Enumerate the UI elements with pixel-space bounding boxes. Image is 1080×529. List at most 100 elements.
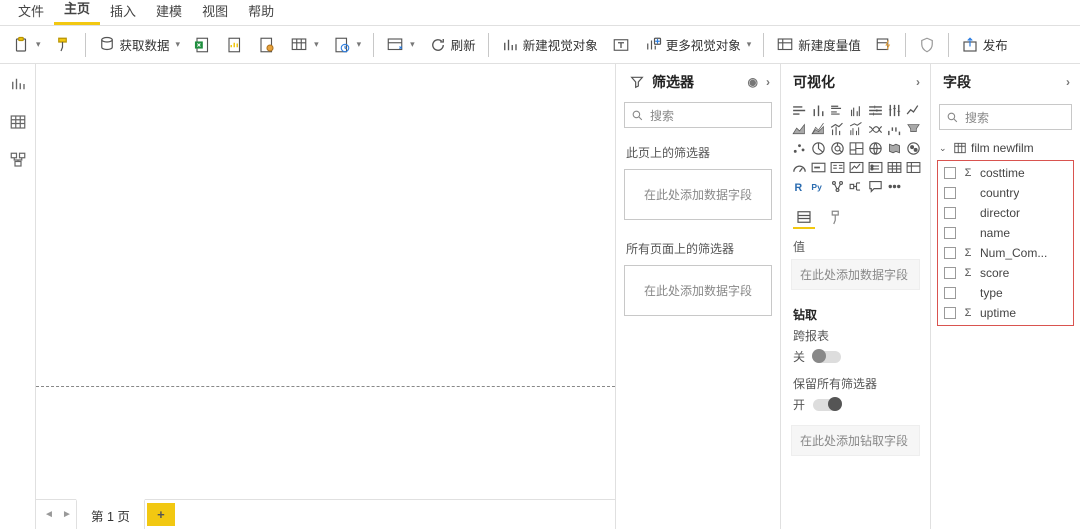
page-add[interactable]: +: [147, 503, 175, 526]
viz-cross-toggle[interactable]: 关: [781, 346, 930, 375]
field-num-com[interactable]: ΣNum_Com...: [938, 243, 1073, 263]
viz-value-well[interactable]: 在此处添加数据字段: [791, 259, 920, 290]
filters-page-drop[interactable]: 在此处添加数据字段: [624, 169, 772, 220]
viz-shape-map[interactable]: [905, 140, 922, 157]
viz-matrix[interactable]: [905, 159, 922, 176]
viz-get-more[interactable]: [886, 178, 903, 195]
field-name[interactable]: name: [938, 223, 1073, 243]
viz-100-bar[interactable]: [867, 102, 884, 119]
sensitivity-button[interactable]: [912, 33, 942, 57]
fields-collapse-icon[interactable]: ›: [1066, 75, 1070, 89]
tab-model[interactable]: 建模: [146, 0, 192, 25]
pbi-source-button[interactable]: [220, 33, 250, 57]
model-view-icon[interactable]: [8, 150, 28, 170]
viz-decomposition[interactable]: [848, 178, 865, 195]
viz-gauge[interactable]: [791, 159, 808, 176]
viz-100-column[interactable]: [886, 102, 903, 119]
viz-stacked-bar[interactable]: [791, 102, 808, 119]
tab-insert[interactable]: 插入: [100, 0, 146, 25]
paste-button[interactable]: [6, 33, 47, 57]
new-measure-button[interactable]: 新建度量值: [770, 32, 867, 57]
viz-keep-toggle[interactable]: 开: [781, 394, 930, 423]
viz-pie[interactable]: [810, 140, 827, 157]
viz-py[interactable]: Py: [810, 178, 827, 195]
tab-help[interactable]: 帮助: [238, 0, 284, 25]
viz-donut[interactable]: [829, 140, 846, 157]
viz-clustered-column[interactable]: [848, 102, 865, 119]
viz-format-tab[interactable]: [825, 207, 847, 229]
viz-line[interactable]: [905, 102, 922, 119]
get-data-button[interactable]: 获取数据: [92, 32, 187, 57]
page-next[interactable]: ►: [58, 509, 76, 520]
report-canvas[interactable]: [36, 64, 615, 499]
viz-collapse-icon[interactable]: ›: [916, 75, 920, 89]
viz-area[interactable]: [791, 121, 808, 138]
clipboard-icon: [12, 36, 30, 54]
viz-drill-well[interactable]: 在此处添加钻取字段: [791, 425, 920, 456]
field-director[interactable]: director: [938, 203, 1073, 223]
view-rail: [0, 64, 36, 529]
viz-value-label: 值: [781, 230, 930, 257]
tab-file[interactable]: 文件: [8, 0, 54, 25]
filters-all-section: 所有页面上的筛选器: [616, 234, 780, 261]
viz-clustered-bar[interactable]: [829, 102, 846, 119]
tab-home[interactable]: 主页: [54, 0, 100, 25]
publish-button[interactable]: 发布: [955, 32, 1014, 57]
viz-fields-tab[interactable]: [793, 207, 815, 229]
viz-stacked-column[interactable]: [810, 102, 827, 119]
more-visuals-button[interactable]: 更多视觉对象: [638, 32, 758, 57]
data-view-icon[interactable]: [8, 112, 28, 132]
enter-data-button[interactable]: [284, 33, 325, 57]
filters-visibility-icon[interactable]: ◉: [748, 75, 758, 89]
measure-icon: [776, 36, 794, 54]
quick-measure-button[interactable]: [869, 33, 899, 57]
chart-icon: [501, 36, 519, 54]
viz-table[interactable]: [886, 159, 903, 176]
more-visuals-icon: [644, 36, 662, 54]
field-type[interactable]: type: [938, 283, 1073, 303]
refresh-icon: [429, 36, 447, 54]
page-bar: ◄ ► 第 1 页 +: [36, 499, 615, 529]
filters-collapse-icon[interactable]: ›: [766, 75, 770, 89]
viz-qa[interactable]: [867, 178, 884, 195]
sql-source-button[interactable]: [252, 33, 282, 57]
refresh-button[interactable]: 刷新: [423, 32, 482, 57]
viz-scatter[interactable]: [791, 140, 808, 157]
filters-all-drop[interactable]: 在此处添加数据字段: [624, 265, 772, 316]
text-box-button[interactable]: [606, 33, 636, 57]
viz-multi-card[interactable]: [829, 159, 846, 176]
field-costtime[interactable]: Σcosttime: [938, 163, 1073, 183]
viz-kpi[interactable]: [848, 159, 865, 176]
tab-view[interactable]: 视图: [192, 0, 238, 25]
filters-search-ph: 搜索: [650, 107, 674, 124]
format-painter-button[interactable]: [49, 33, 79, 57]
viz-line-stacked[interactable]: [829, 121, 846, 138]
excel-source-button[interactable]: [188, 33, 218, 57]
viz-waterfall[interactable]: [886, 121, 903, 138]
field-score[interactable]: Σscore: [938, 263, 1073, 283]
viz-card[interactable]: [810, 159, 827, 176]
viz-map[interactable]: [867, 140, 884, 157]
viz-line-clustered[interactable]: [848, 121, 865, 138]
viz-funnel[interactable]: [905, 121, 922, 138]
brush-icon: [55, 36, 73, 54]
viz-ribbon[interactable]: [867, 121, 884, 138]
field-country[interactable]: country: [938, 183, 1073, 203]
transform-button[interactable]: [380, 33, 421, 57]
viz-key-influencers[interactable]: [829, 178, 846, 195]
viz-stacked-area[interactable]: [810, 121, 827, 138]
field-uptime[interactable]: Σuptime: [938, 303, 1073, 323]
filters-search[interactable]: 搜索: [624, 102, 772, 128]
new-visual-button[interactable]: 新建视觉对象: [495, 32, 604, 57]
page-prev[interactable]: ◄: [40, 509, 58, 520]
ribbon: 获取数据 刷新 新建视觉对象 更多视觉对象 新建度量值: [0, 26, 1080, 64]
fields-search[interactable]: 搜索: [939, 104, 1072, 130]
fields-table-row[interactable]: ⌄ film newfilm: [931, 138, 1080, 158]
viz-treemap[interactable]: [848, 140, 865, 157]
viz-slicer[interactable]: [867, 159, 884, 176]
recent-sources-button[interactable]: [327, 33, 368, 57]
page-tab-1[interactable]: 第 1 页: [76, 499, 145, 529]
viz-filled-map[interactable]: [886, 140, 903, 157]
viz-r[interactable]: R: [791, 178, 808, 195]
report-view-icon[interactable]: [8, 74, 28, 94]
